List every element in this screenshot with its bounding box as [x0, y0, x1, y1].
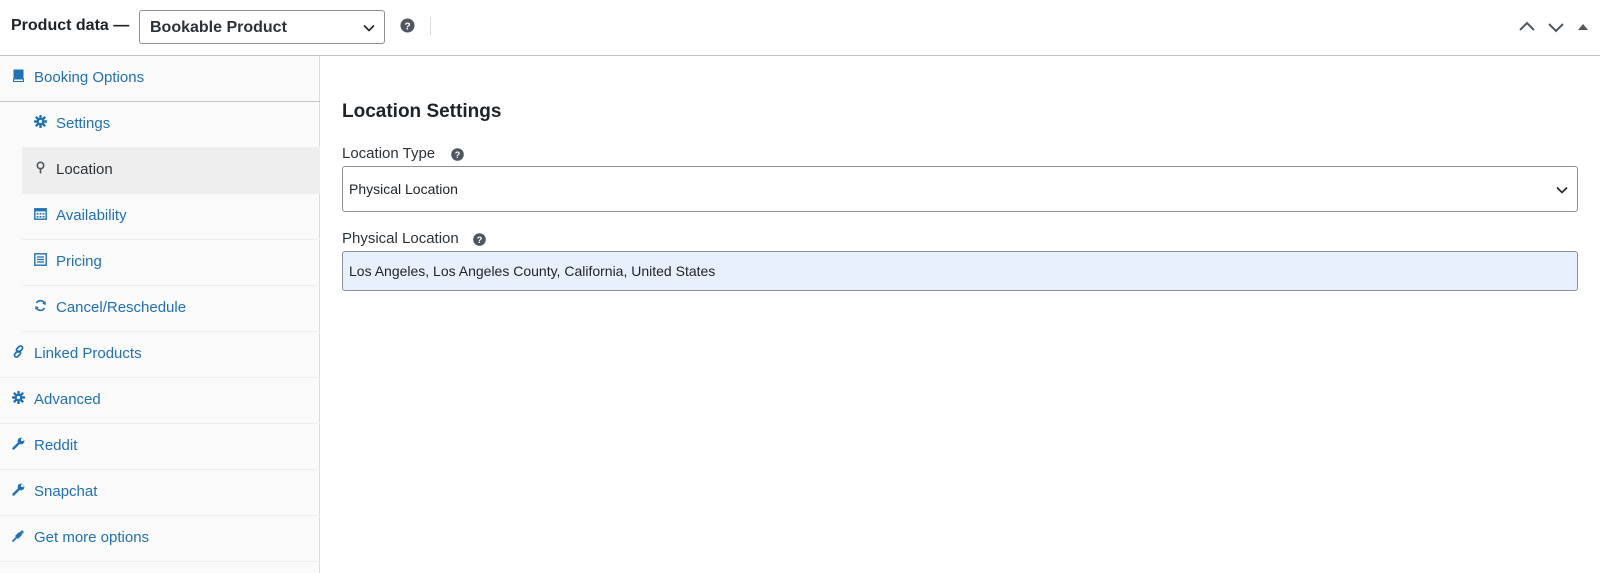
gear-icon — [12, 391, 25, 404]
move-up-icon[interactable] — [1517, 18, 1537, 36]
help-icon[interactable]: ? — [400, 18, 415, 33]
tab-get-more-options[interactable]: Get more options — [0, 516, 320, 562]
location-pin-icon — [36, 161, 45, 174]
tab-booking-options[interactable]: Booking Options — [0, 56, 320, 102]
link-icon — [13, 345, 24, 358]
chevron-down-icon — [363, 24, 375, 32]
header-divider — [430, 17, 431, 35]
section-title: Location Settings — [342, 101, 502, 122]
location-type-label: Location Type — [342, 145, 436, 162]
help-icon[interactable]: ? — [451, 148, 464, 161]
product-data-tabs: Booking Options Settings Location Availa… — [0, 56, 320, 573]
tab-label: Get more options — [34, 529, 150, 546]
tab-cancel-reschedule[interactable]: Cancel/Reschedule — [22, 286, 320, 332]
tab-snapchat[interactable]: Snapchat — [0, 470, 320, 516]
tab-label: Cancel/Reschedule — [56, 299, 187, 316]
gear-icon — [34, 115, 47, 128]
tab-linked-products[interactable]: Linked Products — [0, 332, 320, 378]
collapse-toggle-icon[interactable] — [1576, 18, 1590, 36]
wrench-icon — [12, 483, 25, 496]
svg-text:?: ? — [477, 235, 483, 245]
product-type-value: Bookable Product — [150, 19, 287, 36]
product-data-title: Product data — — [11, 17, 130, 34]
physical-location-input[interactable] — [342, 251, 1578, 291]
physical-location-label: Physical Location — [342, 230, 459, 247]
refresh-icon — [35, 299, 46, 312]
tab-label: Availability — [56, 207, 127, 224]
tab-label: Reddit — [34, 437, 78, 454]
location-settings-panel: Location Settings Location Type ? Physic… — [320, 56, 1600, 573]
tab-pricing[interactable]: Pricing — [22, 240, 320, 286]
product-type-select[interactable]: Bookable Product — [139, 10, 385, 44]
location-type-select[interactable]: Physical Location — [342, 166, 1578, 212]
plugin-icon — [12, 530, 24, 542]
tab-reddit[interactable]: Reddit — [0, 424, 320, 470]
tab-location[interactable]: Location — [22, 148, 320, 194]
tab-label: Settings — [56, 115, 111, 132]
tab-label: Snapchat — [34, 483, 98, 500]
svg-text:?: ? — [455, 150, 461, 160]
tab-settings[interactable]: Settings — [22, 102, 320, 148]
tab-label: Pricing — [56, 253, 102, 270]
product-data-header: Product data — Bookable Product ? — [0, 0, 1600, 56]
tab-advanced[interactable]: Advanced — [0, 378, 320, 424]
tab-availability[interactable]: Availability — [22, 194, 320, 240]
svg-text:?: ? — [404, 21, 410, 32]
book-icon — [13, 69, 24, 82]
tab-label: Location — [56, 161, 113, 178]
location-type-value: Physical Location — [349, 181, 458, 197]
tab-label: Advanced — [34, 391, 101, 408]
help-icon[interactable]: ? — [473, 233, 486, 246]
move-down-icon[interactable] — [1546, 18, 1566, 36]
wrench-icon — [12, 437, 25, 450]
tab-label: Linked Products — [34, 345, 142, 362]
tab-label: Booking Options — [34, 69, 145, 86]
calendar-icon — [34, 208, 47, 220]
chevron-down-icon — [1556, 186, 1568, 194]
list-icon — [34, 253, 47, 266]
